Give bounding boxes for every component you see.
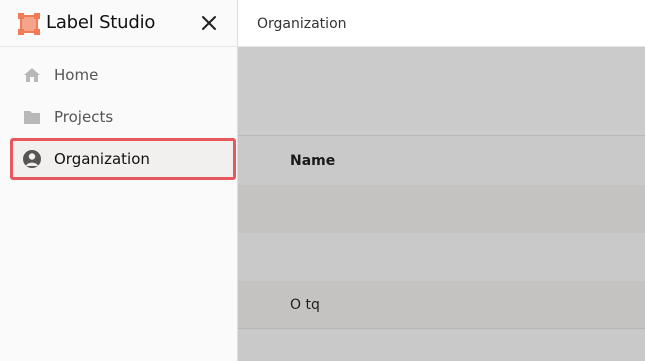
sidebar-item-organization[interactable]: Organization [10,138,236,180]
main-content: Name O tq [238,47,645,361]
table-row[interactable]: O tq [238,281,645,329]
sidebar-item-label: Organization [54,150,150,168]
table-row[interactable] [238,233,645,281]
sidebar-item-projects[interactable]: Projects [12,98,234,136]
brand-header: Label Studio [0,0,238,47]
sidebar-item-label: Projects [54,108,114,126]
main-toolbar-area [238,47,645,135]
user-avatar-icon [23,150,41,168]
table-row[interactable] [238,185,645,233]
table-cell-name: O tq [290,297,320,313]
table-header: Name [238,135,645,185]
brand-name: Label Studio [46,12,156,33]
label-studio-logo-icon [18,13,40,35]
top-bar: Organization [238,0,645,47]
sidebar-item-home[interactable]: Home [12,56,234,94]
home-icon [24,68,40,82]
close-icon[interactable] [198,12,220,34]
folder-icon [24,111,40,124]
sidebar-item-label: Home [54,66,99,84]
breadcrumb: Organization [257,16,347,32]
table-row[interactable] [238,329,645,361]
sidebar: Label Studio Home Projects Organization [0,0,238,361]
column-header-name: Name [290,153,336,169]
